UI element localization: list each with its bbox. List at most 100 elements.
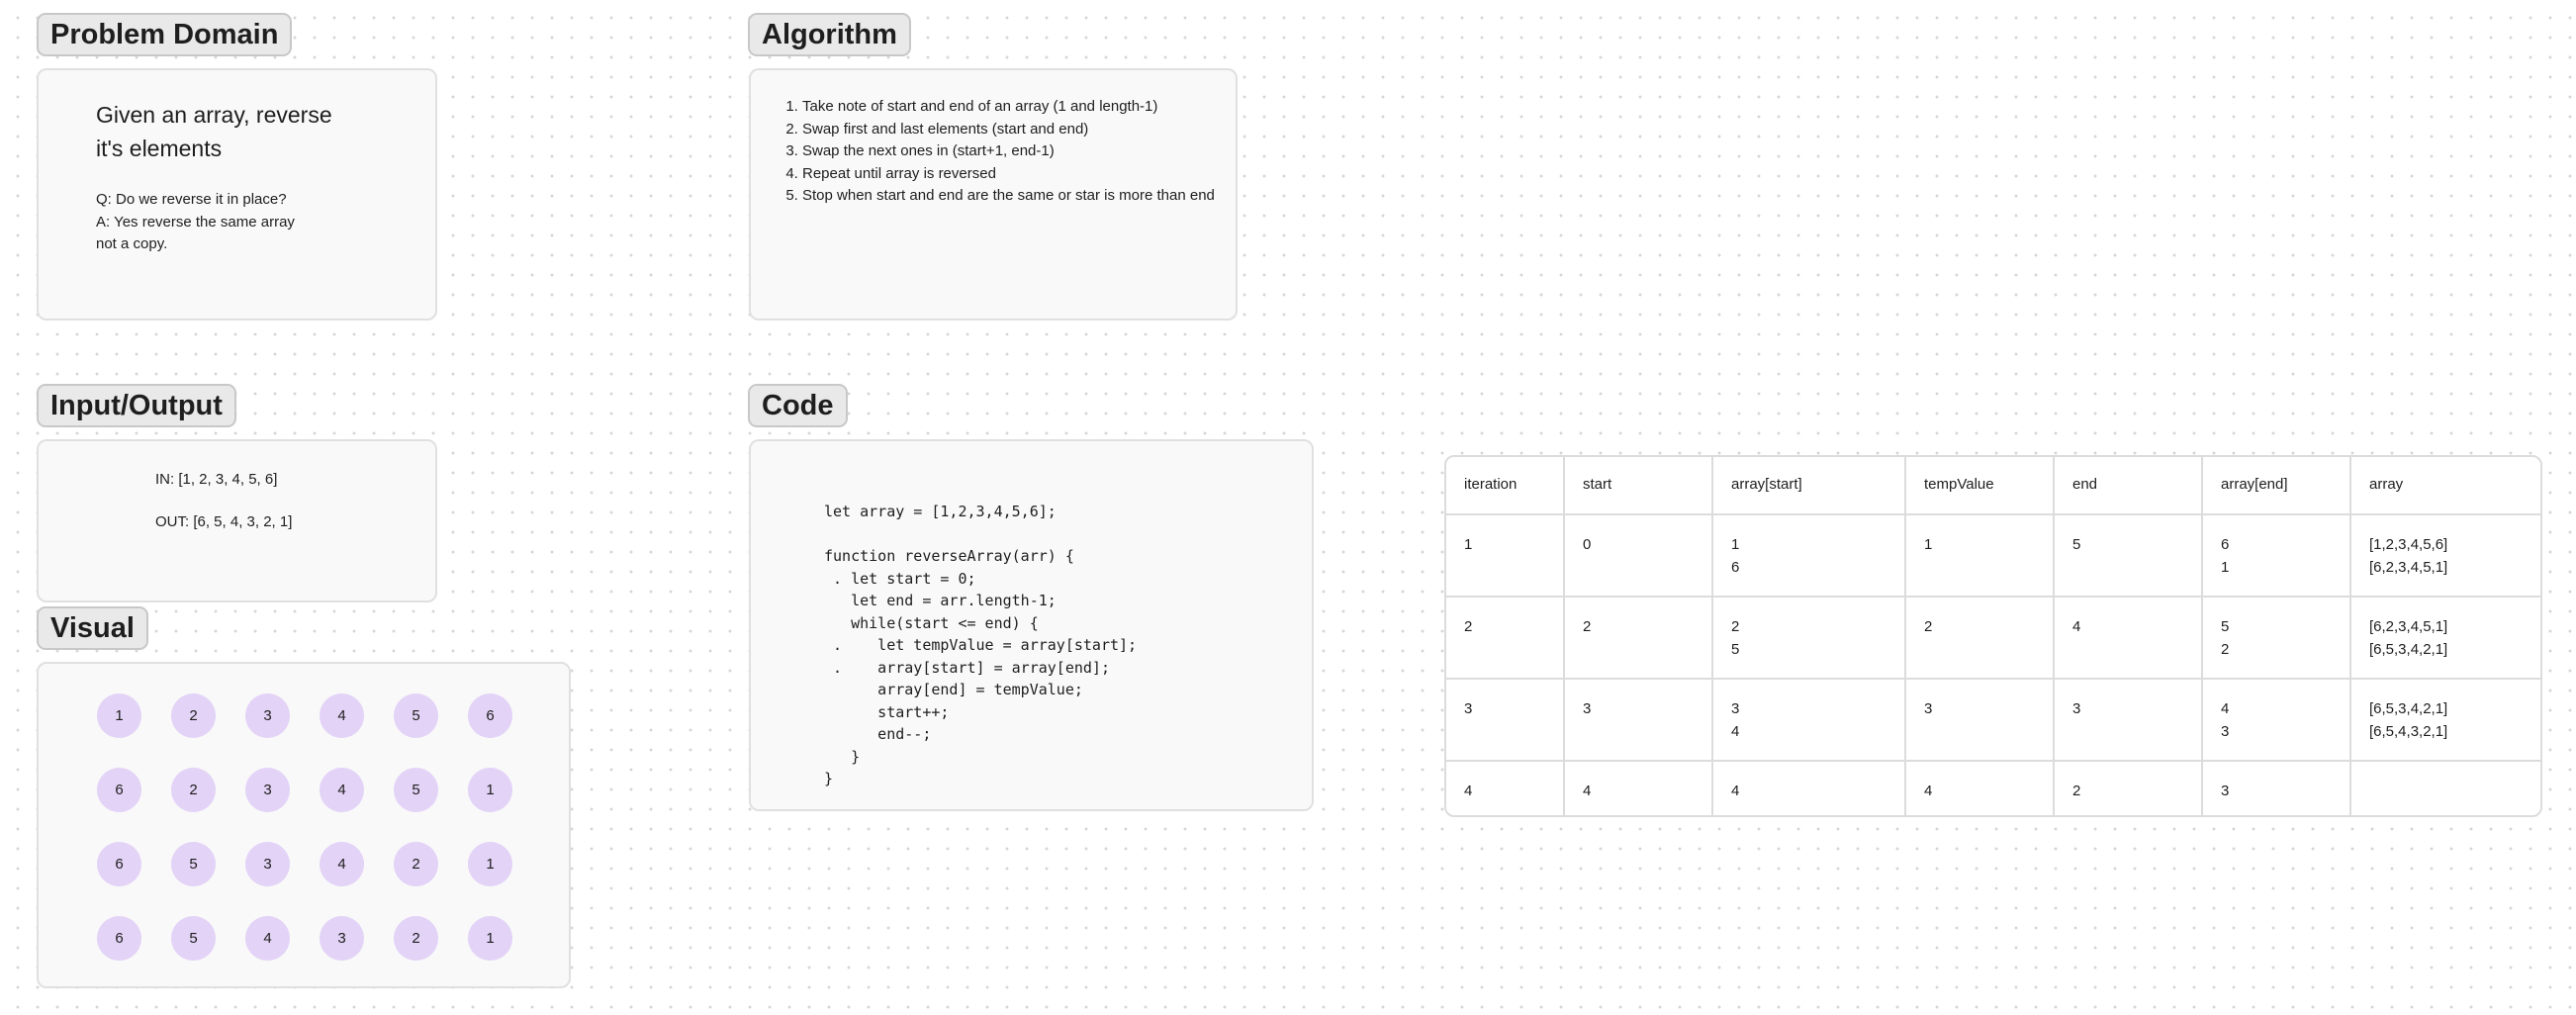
visual-card: 123456623451653421654321 <box>37 662 571 988</box>
problem-statement: Given an array, reverse it's elements <box>96 98 393 165</box>
column-header: array <box>2350 457 2540 515</box>
problem-domain-card: Given an array, reverse it's elements Q:… <box>37 68 437 321</box>
temp-value-cell: 3 <box>1905 679 2055 762</box>
array-element-circle: 5 <box>394 693 438 738</box>
algorithm-step: Stop when start and end are the same or … <box>802 185 1228 208</box>
output-value: OUT: [6, 5, 4, 3, 2, 1] <box>155 513 293 530</box>
algorithm-title: Algorithm <box>748 13 911 56</box>
trace-table: iteration start array[start] tempValue e… <box>1444 455 2542 817</box>
code-card: let array = [1,2,3,4,5,6]; function reve… <box>749 439 1314 811</box>
array-end-cell: 61 <box>2202 514 2351 598</box>
array-element-circle: 5 <box>394 768 438 812</box>
temp-value-cell: 1 <box>1905 514 2055 598</box>
array-element-circle: 6 <box>468 693 512 738</box>
cell-line: 1 <box>1731 536 1740 553</box>
problem-statement-line: Given an array, reverse <box>96 102 332 128</box>
problem-qa: Q: Do we reverse it in place? A: Yes rev… <box>96 189 373 256</box>
cell-line: [6,2,3,4,5,1] <box>2369 618 2448 635</box>
cell-line: [1,2,3,4,5,6] <box>2369 536 2448 553</box>
array-element-circle: 6 <box>97 916 141 961</box>
array-element-circle: 4 <box>245 916 290 961</box>
code-snippet: let array = [1,2,3,4,5,6]; function reve… <box>824 503 1138 787</box>
array-end-cell: 43 <box>2202 679 2351 762</box>
array-element-circle: 3 <box>245 693 290 738</box>
algorithm-step: Swap the next ones in (start+1, end-1) <box>802 140 1228 163</box>
array-element-circle: 4 <box>320 768 364 812</box>
cell-line: 6 <box>2221 536 2230 553</box>
array-element-circle: 3 <box>245 842 290 886</box>
array-start-cell: 4 <box>1712 761 1906 815</box>
table-row: 3 3 34 3 3 43 [6,5,3,4,2,1] [6,5,4,3,2,1] <box>1446 679 2540 762</box>
array-element-circle: 4 <box>320 842 364 886</box>
cell-line: 3 <box>1731 700 1740 717</box>
cell-line: 3 <box>2221 722 2230 740</box>
qa-line: A: Yes reverse the same array <box>96 213 295 231</box>
array-element-circle: 1 <box>97 693 141 738</box>
algorithm-step: Take note of start and end of an array (… <box>802 96 1228 119</box>
cell-line: 1 <box>2221 558 2230 576</box>
cell-line: 2 <box>2221 640 2230 658</box>
table-header-row: iteration start array[start] tempValue e… <box>1446 457 2540 515</box>
array-cell: [6,2,3,4,5,1] [6,5,3,4,2,1] <box>2350 597 2540 680</box>
array-cell: [6,5,3,4,2,1] [6,5,4,3,2,1] <box>2350 679 2540 762</box>
cell-line: 4 <box>1731 783 1740 799</box>
visual-title: Visual <box>37 606 148 650</box>
array-element-circle: 2 <box>171 768 216 812</box>
cell-line: 2 <box>1731 618 1740 635</box>
iteration-cell: 2 <box>1446 597 1565 680</box>
cell-line: 3 <box>2221 783 2230 799</box>
cell-line: [6,5,4,3,2,1] <box>2369 722 2448 740</box>
array-element-circle: 2 <box>171 693 216 738</box>
column-header: end <box>2054 457 2203 515</box>
problem-statement-line: it's elements <box>96 136 223 161</box>
algorithm-step: Repeat until array is reversed <box>802 163 1228 186</box>
end-cell: 5 <box>2054 514 2203 598</box>
array-element-circle: 3 <box>245 768 290 812</box>
start-cell: 2 <box>1564 597 1713 680</box>
cell-line: 5 <box>2221 618 2230 635</box>
array-start-cell: 25 <box>1712 597 1906 680</box>
array-element-circle: 5 <box>171 842 216 886</box>
temp-value-cell: 4 <box>1905 761 2055 815</box>
array-element-circle: 2 <box>394 916 438 961</box>
problem-domain-title: Problem Domain <box>37 13 293 56</box>
end-cell: 2 <box>2054 761 2203 815</box>
cell-line: 4 <box>1731 722 1740 740</box>
cell-line: [6,5,3,4,2,1] <box>2369 700 2448 717</box>
cell-line: [6,2,3,4,5,1] <box>2369 558 2448 576</box>
table-row: 4 4 4 4 2 3 <box>1446 761 2540 815</box>
array-end-cell: 52 <box>2202 597 2351 680</box>
array-element-circle: 5 <box>171 916 216 961</box>
cell-line: [6,5,3,4,2,1] <box>2369 640 2448 658</box>
array-cell <box>2350 761 2540 815</box>
temp-value-cell: 2 <box>1905 597 2055 680</box>
qa-line: Q: Do we reverse it in place? <box>96 191 287 208</box>
column-header: array[end] <box>2202 457 2351 515</box>
array-start-cell: 16 <box>1712 514 1906 598</box>
array-element-circle: 6 <box>97 842 141 886</box>
algorithm-steps: Take note of start and end of an array (… <box>771 96 1228 208</box>
qa-line: not a copy. <box>96 235 168 252</box>
cell-line: 6 <box>1731 558 1740 576</box>
iteration-cell: 4 <box>1446 761 1565 815</box>
array-element-circle: 2 <box>394 842 438 886</box>
column-header: start <box>1564 457 1713 515</box>
code-title: Code <box>748 384 848 427</box>
column-header: tempValue <box>1905 457 2055 515</box>
array-element-circle: 1 <box>468 842 512 886</box>
iteration-cell: 3 <box>1446 679 1565 762</box>
array-element-circle: 3 <box>320 916 364 961</box>
table-row: 2 2 25 2 4 52 [6,2,3,4,5,1] [6,5,3,4,2,1] <box>1446 597 2540 680</box>
input-output-title: Input/Output <box>37 384 236 427</box>
iteration-cell: 1 <box>1446 514 1565 598</box>
cell-line: 5 <box>1731 640 1740 658</box>
array-cell: [1,2,3,4,5,6] [6,2,3,4,5,1] <box>2350 514 2540 598</box>
cell-line: 4 <box>2221 700 2230 717</box>
array-element-circle: 1 <box>468 768 512 812</box>
array-end-cell: 3 <box>2202 761 2351 815</box>
start-cell: 4 <box>1564 761 1713 815</box>
array-element-circle: 1 <box>468 916 512 961</box>
column-header: array[start] <box>1712 457 1906 515</box>
start-cell: 3 <box>1564 679 1713 762</box>
input-value: IN: [1, 2, 3, 4, 5, 6] <box>155 471 278 488</box>
